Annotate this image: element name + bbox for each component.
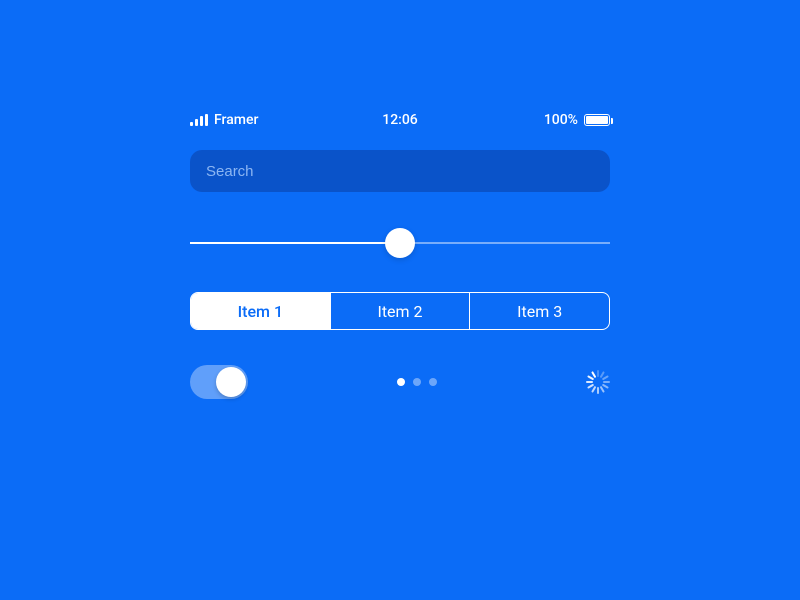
battery-icon (584, 114, 610, 126)
page-dot[interactable] (413, 378, 421, 386)
segment-item-3[interactable]: Item 3 (470, 293, 609, 329)
segment-item-label: Item 1 (238, 302, 283, 321)
page-indicator[interactable] (397, 378, 437, 386)
loading-spinner-icon (586, 370, 610, 394)
battery-percent-label: 100% (544, 112, 578, 128)
slider[interactable] (190, 228, 610, 258)
toggle-switch[interactable] (190, 365, 248, 399)
page-dot[interactable] (397, 378, 405, 386)
segmented-control[interactable]: Item 1 Item 2 Item 3 (190, 292, 610, 330)
carrier-label: Framer (214, 112, 258, 128)
segment-item-2[interactable]: Item 2 (331, 293, 471, 329)
slider-fill (190, 242, 400, 244)
status-bar: Framer 12:06 100% (190, 110, 610, 130)
search-input[interactable] (190, 150, 610, 192)
clock-label: 12:06 (382, 112, 418, 128)
signal-icon (190, 114, 208, 126)
segment-item-1[interactable]: Item 1 (191, 293, 331, 329)
segment-item-label: Item 3 (517, 302, 562, 321)
slider-thumb[interactable] (385, 228, 415, 258)
segment-item-label: Item 2 (377, 302, 422, 321)
toggle-knob (216, 367, 246, 397)
page-dot[interactable] (429, 378, 437, 386)
